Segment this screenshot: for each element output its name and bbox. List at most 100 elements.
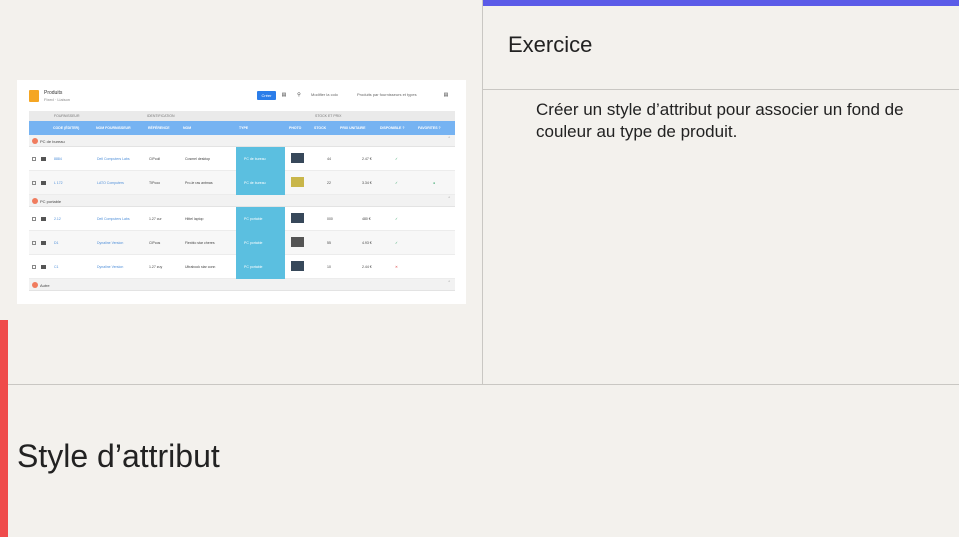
cell-name: Cosmel desktop [185, 157, 211, 161]
cell-price: 480 € [362, 217, 371, 221]
col-favorite[interactable]: FAVORITES ? [418, 126, 441, 130]
products-by-supplier-link[interactable]: Produits par fournisseurs et types [357, 92, 417, 97]
column-groups: FOURNISSEUR IDENTIFICATION STOCK ET PRIX [29, 111, 455, 121]
product-screenshot: Produits Fixed · Liaison Créer ▤ ⚲ Modif… [17, 80, 466, 304]
cell-price: 4.93 € [362, 241, 372, 245]
exercise-divider [482, 89, 959, 90]
cell-stock: 44 [327, 157, 331, 161]
edit-columns-link[interactable]: Modifier la colo [311, 92, 338, 97]
create-button[interactable]: Créer [257, 91, 276, 100]
left-accent-bar [0, 320, 8, 537]
exercise-label: Exercice [508, 32, 593, 57]
cell-code[interactable]: 2.12 [54, 217, 61, 221]
device-icon [41, 217, 46, 221]
cell-name: Pro-le ras antmas [185, 181, 213, 185]
cell-code[interactable]: L 172 [54, 181, 63, 185]
search-icon[interactable]: ⚲ [296, 92, 302, 98]
cell-reference: CIPcos [149, 241, 161, 245]
cell-stock: 22 [327, 181, 331, 185]
cell-supplier[interactable]: Dynaline Version [97, 265, 123, 269]
slide-title: Style d’attribut [17, 438, 220, 474]
cell-available: ✕ [395, 265, 398, 269]
vertical-divider [482, 0, 483, 384]
cell-price: 2.47 € [362, 157, 372, 161]
cell-type: PC de bureau [236, 171, 285, 195]
product-photo [291, 177, 304, 187]
col-type[interactable]: TYPE [239, 126, 248, 130]
col-available[interactable]: DISPONIBLE ? [380, 126, 405, 130]
print-icon[interactable]: ▤ [281, 92, 287, 98]
print-icon[interactable]: ▤ [443, 92, 449, 98]
cell-name: Ultrabook star conn [185, 265, 216, 269]
cell-price: 2.44 € [362, 265, 372, 269]
col-reference[interactable]: RÉFÉRENCE [148, 126, 170, 130]
device-icon [41, 265, 46, 269]
cell-reference: TIPcoo [149, 181, 161, 185]
table-row[interactable]: L 172 LATO Computers TIPcoo Pro-le ras a… [29, 171, 455, 195]
group-identification: IDENTIFICATION [147, 114, 175, 118]
app-icon [29, 90, 39, 102]
group-row[interactable]: PC de bureau ˆ [29, 135, 455, 147]
cell-type: PC de bureau [236, 147, 285, 171]
group-stock-price: STOCK ET PRIX [315, 114, 342, 118]
cell-stock: 10 [327, 265, 331, 269]
row-checkbox[interactable] [32, 265, 36, 269]
cell-supplier[interactable]: Dynaline Version [97, 241, 123, 245]
table-body: PC de bureau ˆ 8884 Dell Computers Labs … [29, 135, 455, 291]
cell-favorite: ● [433, 181, 436, 185]
col-photo[interactable]: PHOTO [289, 126, 301, 130]
chevron-up-icon[interactable]: ˆ [448, 197, 450, 203]
group-supplier: FOURNISSEUR [54, 114, 80, 118]
row-checkbox[interactable] [32, 181, 36, 185]
row-checkbox[interactable] [32, 241, 36, 245]
cell-code[interactable]: D1 [54, 241, 58, 245]
cell-available: ✓ [395, 217, 398, 221]
col-stock[interactable]: STOCK [314, 126, 326, 130]
col-name[interactable]: NOM [183, 126, 191, 130]
product-photo [291, 153, 304, 163]
cell-type: PC portable [236, 231, 285, 255]
column-header: CODE (ÉDITER) NOM FOURNISSEUR RÉFÉRENCE … [29, 121, 455, 135]
device-icon [41, 157, 46, 161]
product-photo [291, 237, 304, 247]
cell-reference: 1.27 cur [149, 217, 162, 221]
cell-price: 3.34 € [362, 181, 372, 185]
col-code[interactable]: CODE (ÉDITER) [53, 126, 79, 130]
table-row[interactable]: D1 Dynaline Version CIPcos Flexblo star … [29, 231, 455, 255]
cell-type: PC portable [236, 207, 285, 231]
group-label: PC portable [40, 199, 62, 204]
device-icon [41, 241, 46, 245]
chevron-up-icon[interactable]: ˆ [448, 137, 450, 143]
product-photo [291, 213, 304, 223]
cell-stock: 55 [327, 241, 331, 245]
cell-code[interactable]: C1 [54, 265, 58, 269]
row-checkbox[interactable] [32, 157, 36, 161]
group-row[interactable]: Autre ˆ [29, 279, 455, 291]
device-icon [41, 181, 46, 185]
group-row[interactable]: PC portable ˆ [29, 195, 455, 207]
cell-supplier[interactable]: Dell Computers Labs [97, 157, 130, 161]
cell-stock: 000 [327, 217, 333, 221]
table-row[interactable]: C1 Dynaline Version 1.27 zuy Ultrabook s… [29, 255, 455, 279]
group-badge-icon [32, 198, 38, 204]
horizontal-divider [0, 384, 959, 385]
cell-available: ✓ [395, 181, 398, 185]
group-label: Autre [40, 283, 50, 288]
app-title: Produits [44, 90, 63, 96]
top-accent-bar [482, 0, 959, 6]
chevron-up-icon[interactable]: ˆ [448, 281, 450, 287]
cell-available: ✓ [395, 157, 398, 161]
cell-name: Hittel laptop [185, 217, 204, 221]
cell-supplier[interactable]: Dell Computers Labs [97, 217, 130, 221]
group-badge-icon [32, 282, 38, 288]
product-photo [291, 261, 304, 271]
cell-code[interactable]: 8884 [54, 157, 62, 161]
row-checkbox[interactable] [32, 217, 36, 221]
cell-supplier[interactable]: LATO Computers [97, 181, 124, 185]
col-supplier[interactable]: NOM FOURNISSEUR [96, 126, 131, 130]
exercise-text: Créer un style d’attribut pour associer … [536, 100, 904, 141]
table-row[interactable]: 2.12 Dell Computers Labs 1.27 cur Hittel… [29, 207, 455, 231]
col-price[interactable]: PRIX UNITAIRE [340, 126, 365, 130]
table-row[interactable]: 8884 Dell Computers Labs CIPcoll Cosmel … [29, 147, 455, 171]
group-badge-icon [32, 138, 38, 144]
